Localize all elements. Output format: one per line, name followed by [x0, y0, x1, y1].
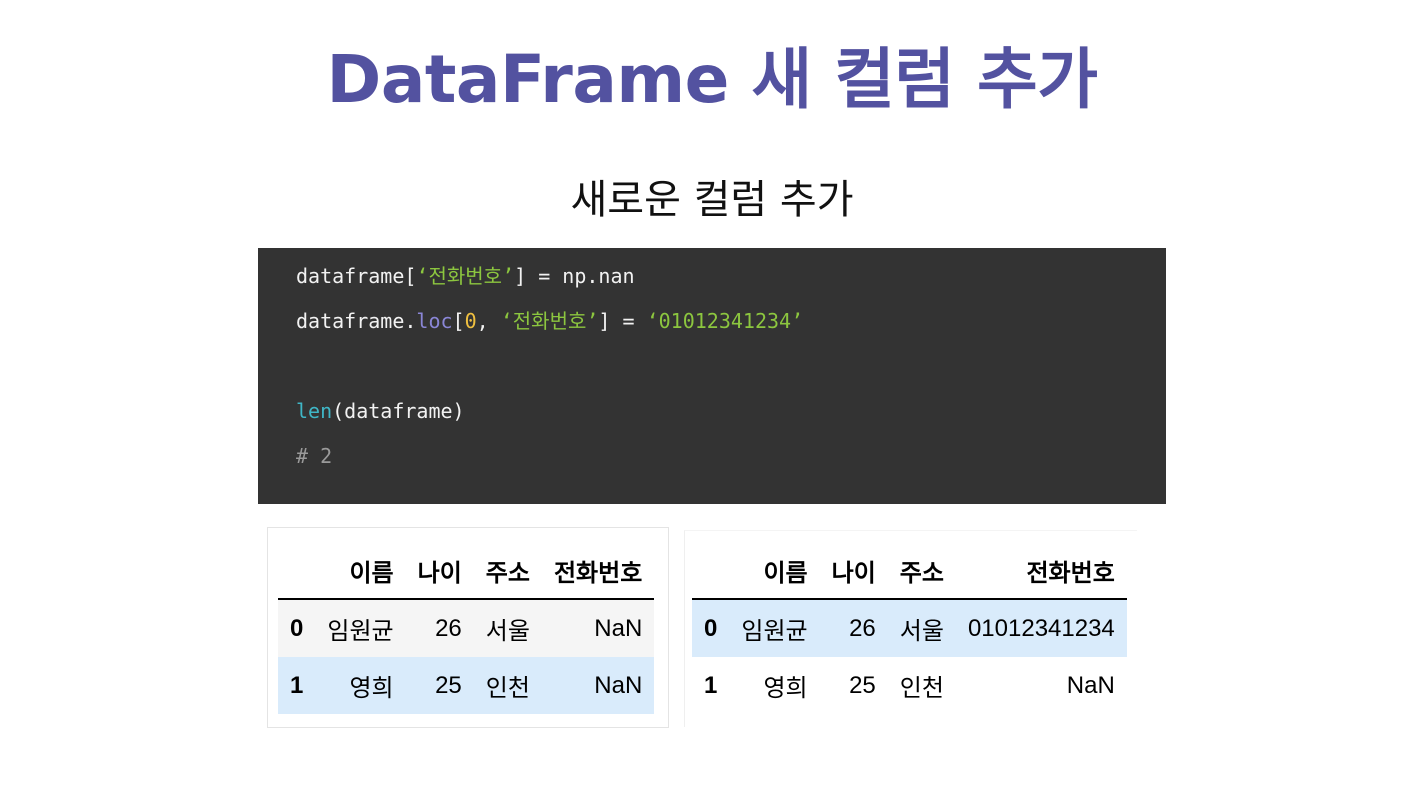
- row-index: 0: [692, 599, 730, 657]
- table-cell: 25: [849, 671, 876, 699]
- header-cell: 주소: [473, 542, 542, 600]
- header-cell: [278, 542, 316, 600]
- code-line-2: dataframe.loc[0, ‘전화번호’] = ‘01012341234’: [296, 305, 1166, 350]
- header-cell: 주소: [887, 542, 956, 600]
- table-cell: 영희: [763, 675, 808, 702]
- table-cell: 01012341234: [955, 599, 1127, 657]
- table-header-row: 이름 나이 주소 전화번호: [278, 542, 655, 600]
- table-cell: NaN: [541, 599, 655, 657]
- code-text: (dataframe): [332, 399, 465, 423]
- data-table: 이름 나이 주소 전화번호 0 임원균 26 서울 NaN 1 영희 25 인천…: [278, 542, 655, 714]
- code-block: dataframe[‘전화번호’] = np.nan dataframe.loc…: [258, 248, 1166, 504]
- code-number: 0: [464, 309, 477, 333]
- table-header-row: 이름 나이 주소 전화번호: [692, 542, 1127, 600]
- header-cell: 이름: [729, 542, 820, 600]
- code-attribute: loc: [416, 309, 453, 333]
- row-index: 1: [704, 671, 718, 699]
- code-text: [: [452, 309, 465, 333]
- code-line-1: dataframe[‘전화번호’] = np.nan: [296, 260, 1166, 305]
- code-string: ‘01012341234’: [646, 309, 804, 333]
- table-row: 1 영희 25 인천 NaN: [692, 657, 1127, 714]
- row-index: 1: [278, 657, 316, 714]
- table-row: 0 임원균 26 서울 NaN: [278, 599, 655, 657]
- slide-subtitle: 새로운 컬럼 추가: [570, 177, 854, 223]
- table-cell: 26: [405, 599, 474, 657]
- table-cell: NaN: [541, 657, 655, 714]
- code-text: dataframe.: [296, 309, 417, 333]
- code-function: len: [296, 399, 333, 423]
- table-cell: 26: [819, 599, 888, 657]
- table-cell: NaN: [1066, 671, 1115, 699]
- code-comment: # 2: [296, 444, 333, 468]
- header-cell: [692, 542, 730, 600]
- table-cell: 영희: [315, 657, 406, 714]
- header-cell: 이름: [315, 542, 406, 600]
- data-table: 이름 나이 주소 전화번호 0 임원균 26 서울 01012341234 1 …: [692, 542, 1127, 714]
- dataframe-table-after: 이름 나이 주소 전화번호 0 임원균 26 서울 01012341234 1 …: [684, 530, 1137, 727]
- code-text: ] = np.nan: [514, 264, 635, 288]
- table-cell: 인천: [899, 675, 944, 702]
- table-cell: 25: [405, 657, 474, 714]
- table-cell: 서울: [887, 599, 956, 657]
- table-cell: 인천: [473, 657, 542, 714]
- code-text: dataframe[: [296, 264, 417, 288]
- code-text: ] =: [598, 309, 647, 333]
- code-string: ‘전화번호’: [500, 309, 599, 333]
- table-cell: 임원균: [729, 599, 820, 657]
- code-string: ‘전화번호’: [416, 264, 515, 288]
- table-row: 0 임원균 26 서울 01012341234: [692, 599, 1127, 657]
- table-cell: 서울: [473, 599, 542, 657]
- table-row: 1 영희 25 인천 NaN: [278, 657, 655, 714]
- code-text: ,: [476, 309, 501, 333]
- dataframe-table-before: 이름 나이 주소 전화번호 0 임원균 26 서울 NaN 1 영희 25 인천…: [267, 527, 669, 728]
- header-cell: 나이: [405, 542, 474, 600]
- row-index: 0: [278, 599, 316, 657]
- table-cell: 임원균: [315, 599, 406, 657]
- header-cell: 전화번호: [541, 542, 655, 600]
- code-line-5: # 2: [296, 440, 1166, 485]
- header-cell: 나이: [819, 542, 888, 600]
- code-line-4: len(dataframe): [296, 395, 1166, 440]
- slide-title: DataFrame 새 컬럼 추가: [326, 41, 1098, 118]
- header-cell: 전화번호: [955, 542, 1127, 600]
